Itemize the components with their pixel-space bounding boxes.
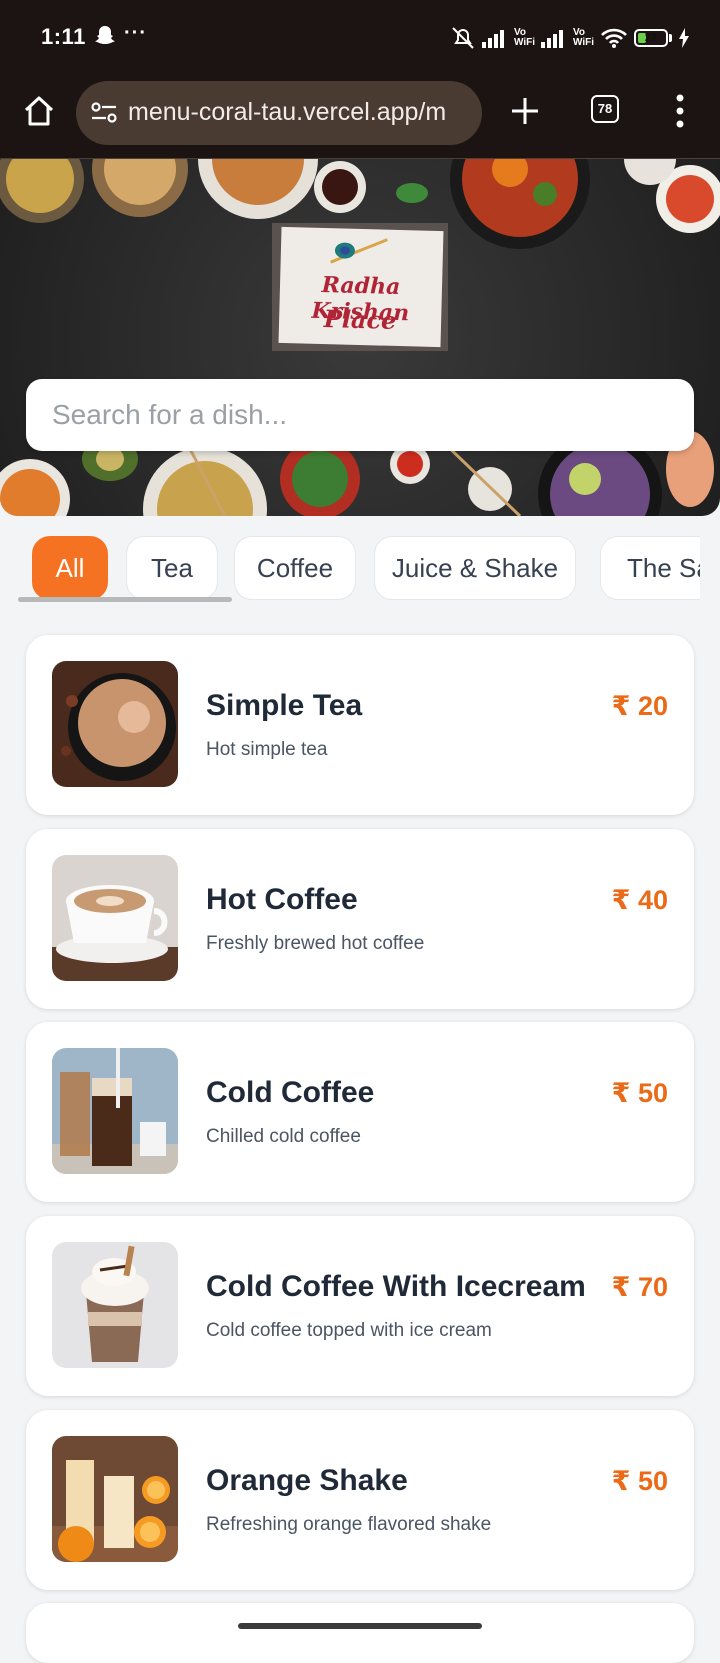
item-price: ₹ 50 (611, 1466, 668, 1496)
tab-juice-shake[interactable]: Juice & Shake (374, 536, 576, 600)
more-notifications-icon: ··· (124, 22, 147, 44)
vowifi-label: Vo WiFi (572, 27, 594, 48)
logo-text-line2: Place (323, 304, 397, 335)
tab-all[interactable]: All (32, 536, 108, 600)
new-tab-icon[interactable] (508, 94, 542, 128)
orange-shake-image (52, 1436, 178, 1562)
item-description: Cold coffee topped with ice cream (206, 1320, 492, 1341)
hot-coffee-image (52, 855, 178, 981)
status-time: 1:11 (41, 24, 86, 49)
signal-icon (540, 30, 563, 48)
menu-item-card[interactable]: Hot Coffee Freshly brewed hot coffee ₹ 4… (26, 829, 694, 1009)
mute-icon (452, 27, 474, 49)
overflow-menu-icon[interactable] (670, 92, 690, 130)
item-name: Simple Tea (206, 689, 363, 722)
cold-coffee-icecream-image (52, 1242, 178, 1368)
site-settings-icon[interactable] (90, 99, 118, 127)
menu-item-card[interactable]: Cold Coffee With Icecream Cold coffee to… (26, 1216, 694, 1396)
item-name: Cold Coffee (206, 1076, 375, 1109)
tab-count-button[interactable]: 78 (591, 95, 619, 123)
menu-item-card[interactable]: Cold Coffee Chilled cold coffee ₹ 50 (26, 1022, 694, 1202)
restaurant-logo: Radha Krishan Place (272, 223, 448, 351)
home-icon[interactable] (22, 94, 56, 128)
hero-banner: Radha Krishan Place (0, 159, 720, 516)
item-description: Chilled cold coffee (206, 1126, 361, 1147)
peacock-feather-icon (330, 238, 388, 264)
item-name: Orange Shake (206, 1464, 408, 1497)
item-name: Cold Coffee With Icecream (206, 1270, 586, 1303)
menu-item-card[interactable]: Simple Tea Hot simple tea ₹ 20 (26, 635, 694, 815)
charging-icon (679, 28, 689, 48)
tab-coffee[interactable]: Coffee (234, 536, 356, 600)
chips-scrollbar[interactable] (18, 597, 232, 602)
url-text[interactable]: menu-coral-tau.vercel.app/m (128, 98, 478, 127)
home-indicator[interactable] (238, 1623, 482, 1629)
wifi-icon (601, 28, 627, 48)
battery-icon: 27 (634, 29, 668, 47)
snapchat-icon (95, 26, 115, 44)
menu-item-card[interactable] (26, 1603, 694, 1663)
item-price: ₹ 50 (611, 1078, 668, 1108)
item-price: ₹ 70 (611, 1272, 668, 1302)
status-bar: 1:11 ··· Vo WiFi Vo WiFi 27 (0, 0, 720, 78)
item-description: Refreshing orange flavored shake (206, 1514, 492, 1535)
item-name: Hot Coffee (206, 883, 358, 916)
tab-tea[interactable]: Tea (126, 536, 218, 600)
battery-level: 27 (644, 32, 658, 44)
item-description: Hot simple tea (206, 739, 328, 760)
signal-icon (481, 30, 504, 48)
vowifi-label: Vo WiFi (513, 27, 535, 48)
category-tabs: All Tea Coffee Juice & Shake The Sa (18, 536, 700, 604)
address-bar[interactable]: menu-coral-tau.vercel.app/m (76, 81, 482, 145)
status-icons: Vo WiFi Vo WiFi 27 (450, 22, 690, 54)
item-price: ₹ 40 (611, 885, 668, 915)
cold-coffee-image (52, 1048, 178, 1174)
item-price: ₹ 20 (611, 691, 668, 721)
item-description: Freshly brewed hot coffee (206, 933, 425, 954)
tab-the-sa[interactable]: The Sa (600, 536, 700, 600)
browser-toolbar: menu-coral-tau.vercel.app/m 78 (0, 78, 720, 159)
search-input[interactable] (26, 379, 694, 451)
menu-item-card[interactable]: Orange Shake Refreshing orange flavored … (26, 1410, 694, 1590)
simple-tea-image (52, 661, 178, 787)
